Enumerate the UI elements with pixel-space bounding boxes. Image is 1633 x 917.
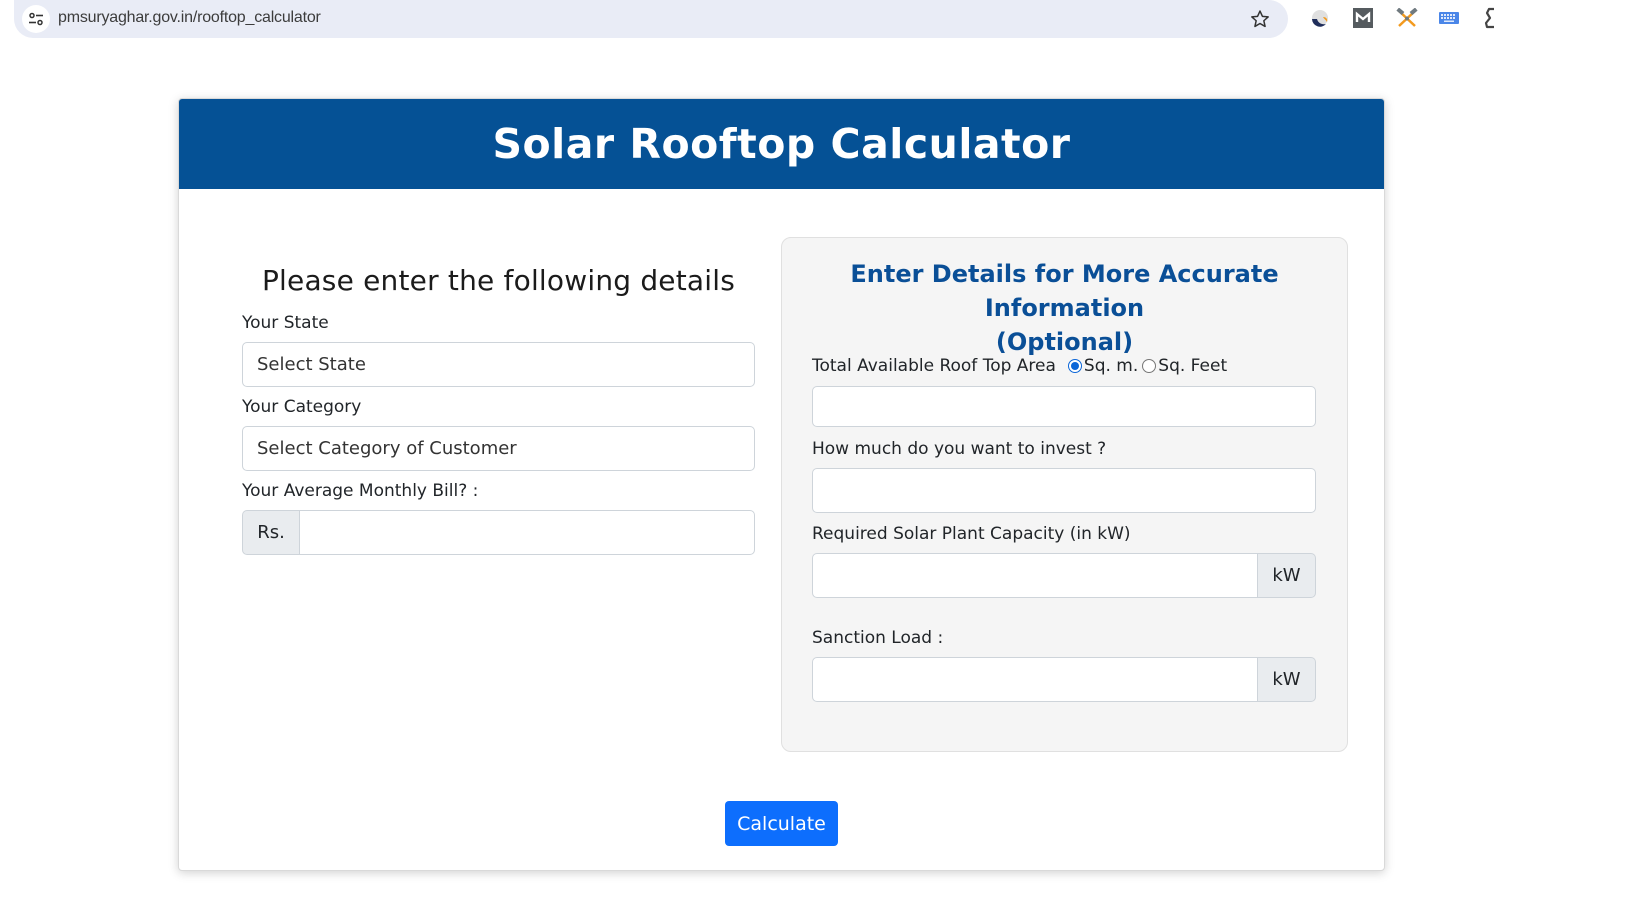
optional-details-panel: Enter Details for More Accurate Informat…: [781, 237, 1348, 752]
category-label: Your Category: [242, 397, 362, 417]
optional-title-line1: Enter Details for More Accurate Informat…: [850, 260, 1279, 322]
sanction-kw-addon: kW: [1258, 657, 1316, 702]
roof-area-label: Total Available Roof Top Area: [812, 356, 1056, 376]
unit-radio-sqft-label[interactable]: Sq. Feet: [1158, 356, 1227, 376]
state-select[interactable]: Select State: [242, 342, 755, 387]
roof-area-input[interactable]: [812, 386, 1316, 427]
site-info-icon[interactable]: [22, 5, 50, 33]
sanction-load-label: Sanction Load :: [812, 628, 944, 648]
category-select[interactable]: Select Category of Customer: [242, 426, 755, 471]
url-text[interactable]: pmsuryaghar.gov.in/rooftop_calculator: [58, 9, 321, 27]
capacity-label: Required Solar Plant Capacity (in kW): [812, 524, 1131, 544]
basic-details-section: Please enter the following details Your …: [242, 264, 755, 555]
calculator-card: Solar Rooftop Calculator Please enter th…: [178, 98, 1385, 871]
m-extension-icon[interactable]: [1352, 7, 1374, 29]
category-select-value: Select Category of Customer: [257, 438, 517, 459]
bookmark-star-icon[interactable]: [1248, 7, 1272, 31]
optional-title: Enter Details for More Accurate Informat…: [782, 257, 1347, 359]
capacity-kw-addon: kW: [1258, 553, 1316, 598]
address-bar[interactable]: pmsuryaghar.gov.in/rooftop_calculator: [14, 0, 1288, 38]
capacity-group: kW: [812, 553, 1316, 598]
capacity-input[interactable]: [812, 553, 1258, 598]
keyboard-extension-icon[interactable]: [1438, 7, 1460, 29]
unit-radio-sqft[interactable]: [1142, 359, 1157, 373]
section-heading: Please enter the following details: [261, 264, 736, 297]
monthly-bill-input[interactable]: [299, 510, 755, 555]
card-header: Solar Rooftop Calculator: [179, 99, 1384, 189]
optional-title-line2: (Optional): [995, 328, 1134, 356]
monthly-bill-label: Your Average Monthly Bill? :: [242, 481, 479, 501]
page-title: Solar Rooftop Calculator: [492, 120, 1071, 168]
sanction-load-group: kW: [812, 657, 1316, 702]
calculate-button[interactable]: Calculate: [725, 801, 838, 846]
crossed-hammers-extension-icon[interactable]: [1396, 7, 1418, 29]
state-select-value: Select State: [257, 354, 366, 375]
monthly-bill-group: Rs.: [242, 510, 755, 555]
unit-radio-sqm[interactable]: [1067, 359, 1082, 373]
unit-radio-sqm-label[interactable]: Sq. m.: [1084, 356, 1138, 376]
roof-area-row: Total Available Roof Top Area Sq. m. Sq.…: [812, 356, 1316, 376]
state-label: Your State: [242, 313, 329, 333]
invest-input[interactable]: [812, 468, 1316, 513]
sigma-extension-icon[interactable]: [1479, 7, 1501, 29]
rupee-addon: Rs.: [242, 510, 299, 555]
swirl-extension-icon[interactable]: [1309, 7, 1331, 29]
sanction-load-input[interactable]: [812, 657, 1258, 702]
invest-label: How much do you want to invest ?: [812, 439, 1107, 459]
